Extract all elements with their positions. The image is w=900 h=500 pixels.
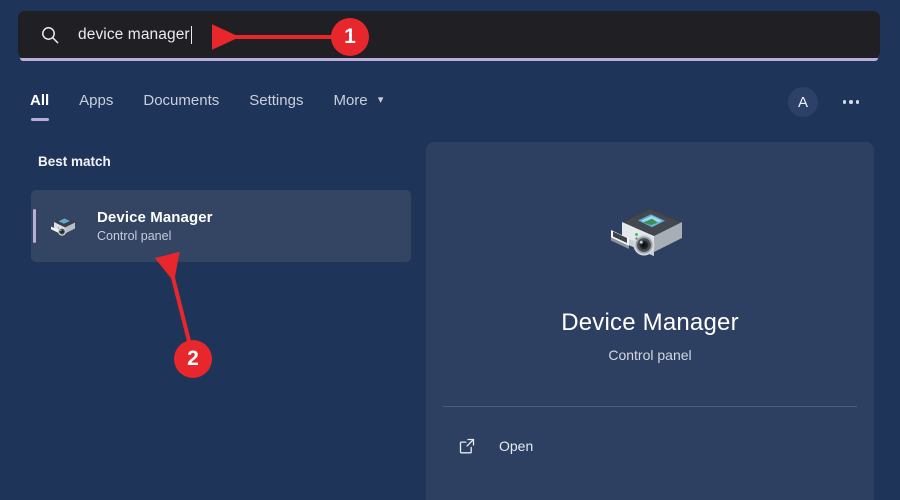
open-button-label: Open — [499, 438, 533, 454]
preview-panel: Device Manager Control panel Open — [426, 142, 874, 500]
list-item[interactable]: Device Manager Control panel — [31, 190, 411, 262]
tab-more-label: More — [333, 92, 367, 109]
device-manager-icon — [47, 209, 81, 243]
tab-more[interactable]: More ▾ — [333, 92, 383, 112]
filter-tab-bar: All Apps Documents Settings More ▾ A — [30, 82, 882, 122]
page-title: Device Manager — [561, 309, 739, 337]
ellipsis-icon[interactable] — [836, 87, 866, 117]
avatar[interactable]: A — [788, 87, 818, 117]
annotation-badge-2-label: 2 — [187, 347, 199, 371]
search-input[interactable]: device manager — [78, 26, 190, 44]
external-link-icon — [458, 437, 476, 455]
list-item-title: Device Manager — [97, 209, 213, 226]
tab-selected-underline — [31, 118, 49, 121]
ellipsis-dot — [849, 100, 853, 104]
tab-apps-label: Apps — [79, 92, 113, 109]
search-bar[interactable]: device manager — [18, 11, 880, 59]
tab-settings[interactable]: Settings — [249, 92, 303, 112]
tab-settings-label: Settings — [249, 92, 303, 109]
search-icon — [40, 25, 60, 45]
selection-accent-bar — [33, 209, 36, 243]
annotation-badge-2: 2 — [174, 340, 212, 378]
tab-documents-label: Documents — [143, 92, 219, 109]
divider — [443, 406, 857, 407]
list-item-subtitle: Control panel — [97, 229, 213, 243]
ellipsis-dot — [856, 100, 860, 104]
open-button[interactable]: Open — [443, 429, 857, 463]
annotation-badge-1-label: 1 — [344, 25, 356, 49]
annotation-arrow-2 — [168, 258, 190, 345]
ellipsis-dot — [843, 100, 847, 104]
preview-subtitle: Control panel — [608, 347, 691, 363]
annotation-badge-1: 1 — [331, 18, 369, 56]
chevron-down-icon: ▾ — [378, 93, 384, 106]
tab-documents[interactable]: Documents — [143, 92, 219, 112]
tab-all-label: All — [30, 92, 49, 109]
tab-apps[interactable]: Apps — [79, 92, 113, 112]
device-manager-icon — [608, 192, 692, 276]
list-item-text: Device Manager Control panel — [97, 209, 213, 243]
text-caret — [191, 26, 192, 44]
avatar-initial: A — [798, 94, 808, 111]
best-match-heading: Best match — [38, 154, 111, 169]
tab-all[interactable]: All — [30, 92, 49, 112]
